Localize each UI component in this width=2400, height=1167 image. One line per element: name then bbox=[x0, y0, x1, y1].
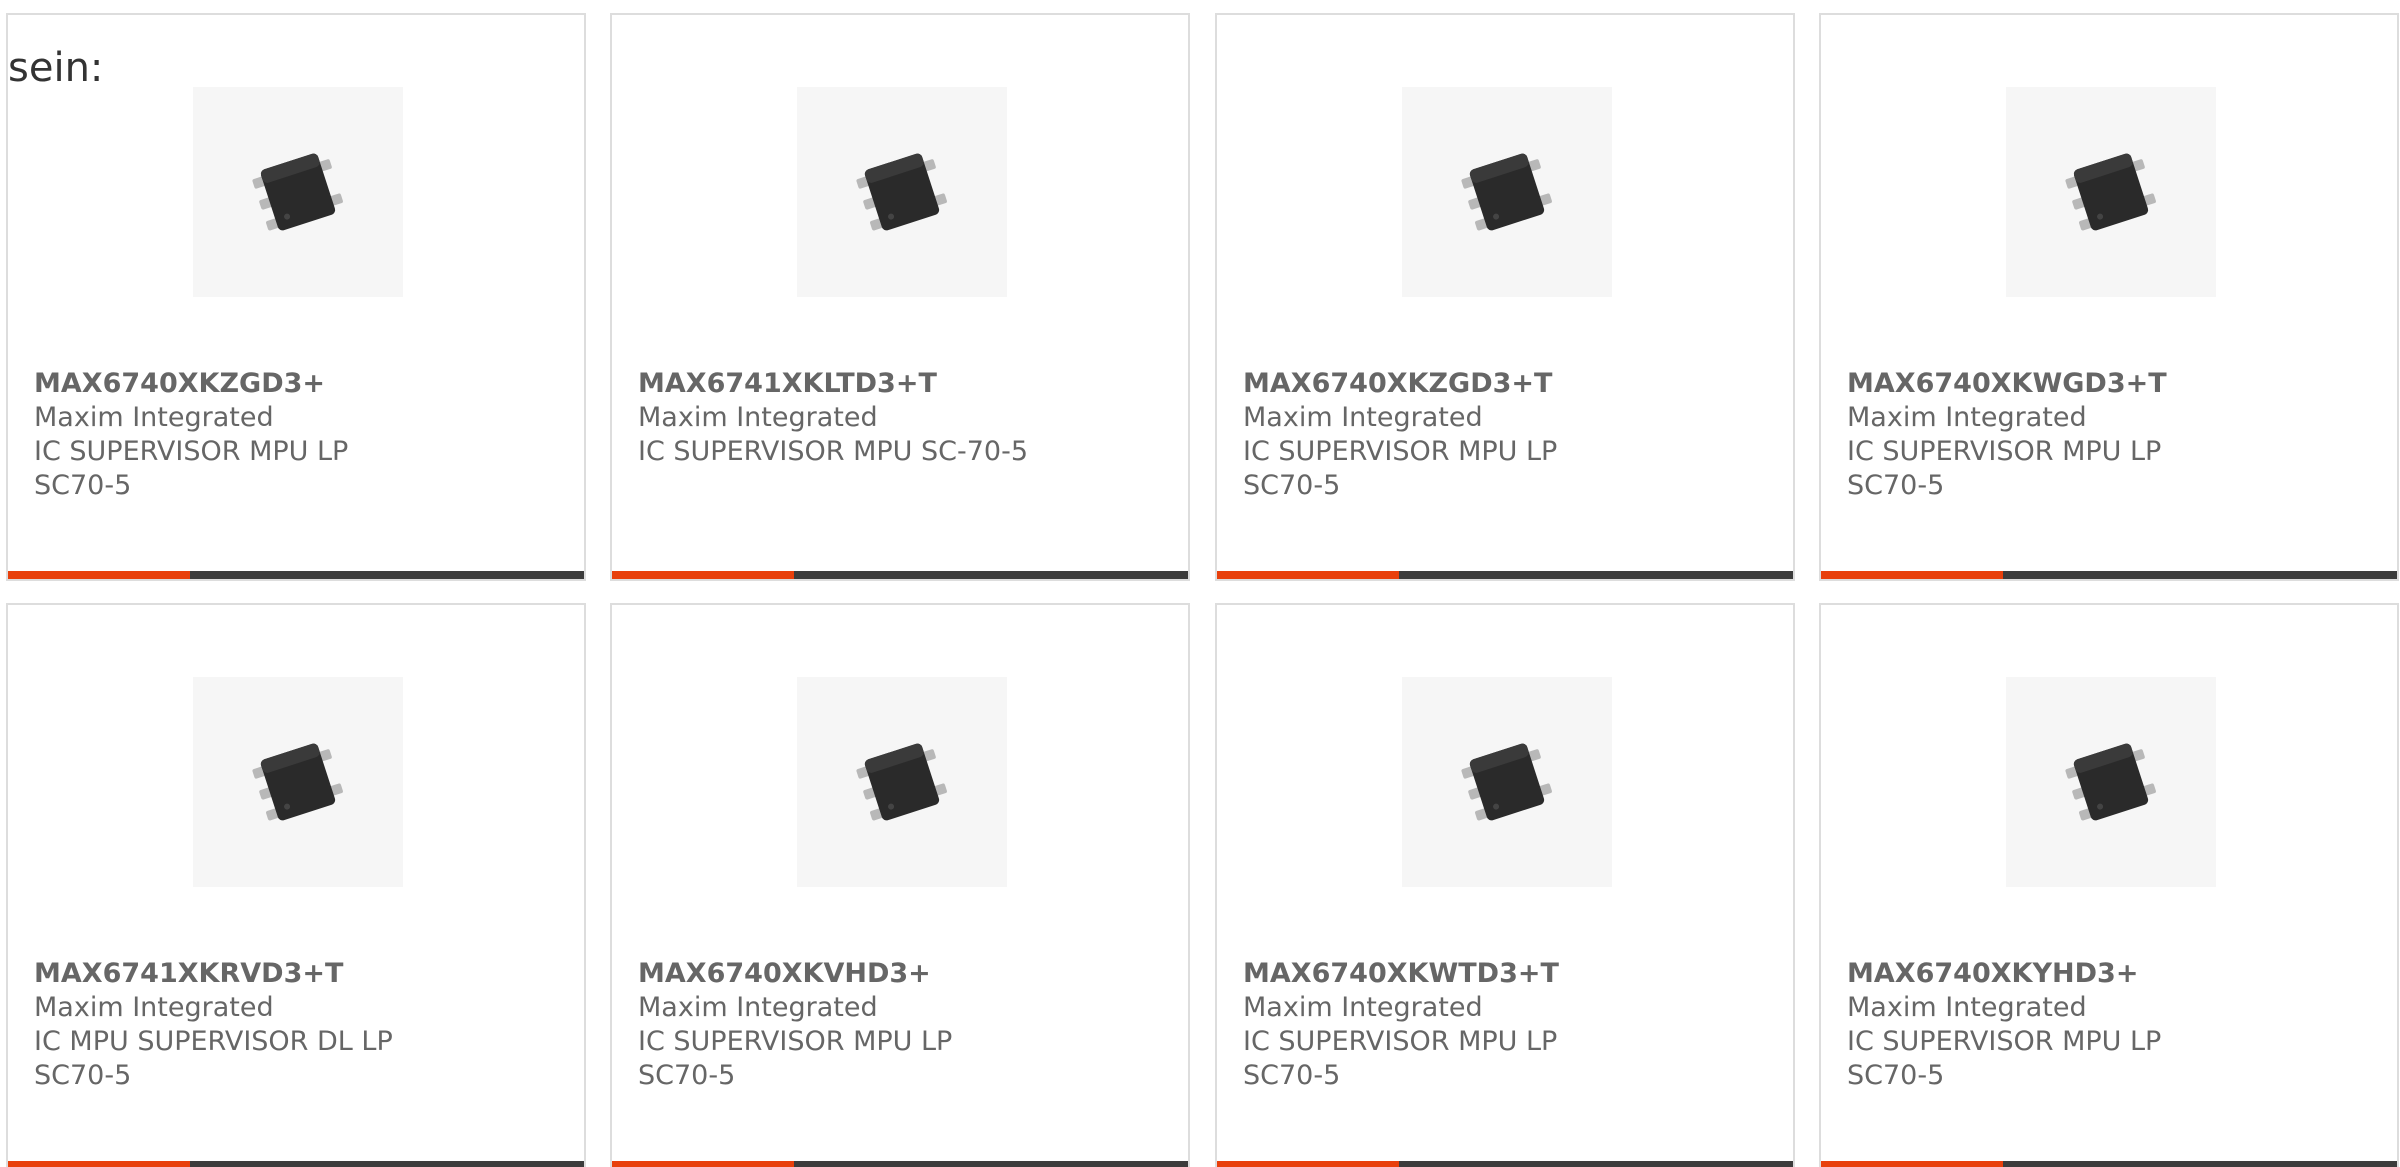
product-card[interactable]: MAX6741XKRVD3+T Maxim Integrated IC MPU … bbox=[6, 603, 586, 1167]
chip-sc70-icon[interactable] bbox=[193, 87, 403, 297]
manufacturer: Maxim Integrated bbox=[1243, 402, 1483, 433]
card-bar-accent bbox=[8, 571, 190, 579]
manufacturer: Maxim Integrated bbox=[34, 992, 274, 1023]
product-card[interactable]: MAX6741XKLTD3+T Maxim Integrated IC SUPE… bbox=[610, 13, 1190, 581]
part-number[interactable]: MAX6740XKZGD3+ bbox=[34, 367, 434, 401]
part-number[interactable]: MAX6740XKWGD3+T bbox=[1847, 367, 2247, 401]
intro-label: sein: bbox=[8, 45, 104, 91]
card-bar-accent bbox=[1217, 1161, 1399, 1167]
description: IC SUPERVISOR MPU LP SC70-5 bbox=[638, 1026, 953, 1091]
chip-sc70-icon[interactable] bbox=[2006, 677, 2216, 887]
manufacturer: Maxim Integrated bbox=[1847, 992, 2087, 1023]
manufacturer: Maxim Integrated bbox=[1847, 402, 2087, 433]
product-card[interactable]: MAX6740XKZGD3+T Maxim Integrated IC SUPE… bbox=[1215, 13, 1795, 581]
product-info: MAX6740XKZGD3+ Maxim Integrated IC SUPER… bbox=[34, 367, 434, 503]
card-bar-accent bbox=[1821, 1161, 2003, 1167]
part-number[interactable]: MAX6740XKYHD3+ bbox=[1847, 957, 2247, 991]
card-bar-accent bbox=[8, 1161, 190, 1167]
part-number[interactable]: MAX6740XKZGD3+T bbox=[1243, 367, 1643, 401]
product-card[interactable]: MAX6740XKWGD3+T Maxim Integrated IC SUPE… bbox=[1819, 13, 2399, 581]
product-info: MAX6741XKRVD3+T Maxim Integrated IC MPU … bbox=[34, 957, 434, 1093]
product-info: MAX6740XKZGD3+T Maxim Integrated IC SUPE… bbox=[1243, 367, 1643, 503]
product-card[interactable]: MAX6740XKWTD3+T Maxim Integrated IC SUPE… bbox=[1215, 603, 1795, 1167]
description: IC SUPERVISOR MPU LP SC70-5 bbox=[1243, 1026, 1558, 1091]
part-number[interactable]: MAX6741XKLTD3+T bbox=[638, 367, 1038, 401]
product-info: MAX6740XKYHD3+ Maxim Integrated IC SUPER… bbox=[1847, 957, 2247, 1093]
manufacturer: Maxim Integrated bbox=[638, 992, 878, 1023]
product-card[interactable]: MAX6740XKZGD3+ Maxim Integrated IC SUPER… bbox=[6, 13, 586, 581]
product-card[interactable]: MAX6740XKYHD3+ Maxim Integrated IC SUPER… bbox=[1819, 603, 2399, 1167]
product-grid-page: sein: MAX6740XKZGD3+ Maxim Integrated IC… bbox=[0, 0, 2400, 1167]
card-bar-accent bbox=[1217, 571, 1399, 579]
chip-sc70-icon[interactable] bbox=[797, 87, 1007, 297]
card-bar-accent bbox=[1821, 571, 2003, 579]
chip-sc70-icon[interactable] bbox=[1402, 677, 1612, 887]
description: IC SUPERVISOR MPU SC-70-5 bbox=[638, 436, 1029, 467]
product-info: MAX6740XKVHD3+ Maxim Integrated IC SUPER… bbox=[638, 957, 1038, 1093]
chip-sc70-icon[interactable] bbox=[797, 677, 1007, 887]
manufacturer: Maxim Integrated bbox=[638, 402, 878, 433]
manufacturer: Maxim Integrated bbox=[34, 402, 274, 433]
product-info: MAX6741XKLTD3+T Maxim Integrated IC SUPE… bbox=[638, 367, 1038, 469]
chip-sc70-icon[interactable] bbox=[2006, 87, 2216, 297]
part-number[interactable]: MAX6740XKVHD3+ bbox=[638, 957, 1038, 991]
part-number[interactable]: MAX6740XKWTD3+T bbox=[1243, 957, 1643, 991]
description: IC SUPERVISOR MPU LP SC70-5 bbox=[34, 436, 349, 501]
description: IC SUPERVISOR MPU LP SC70-5 bbox=[1847, 1026, 2162, 1091]
product-card[interactable]: MAX6740XKVHD3+ Maxim Integrated IC SUPER… bbox=[610, 603, 1190, 1167]
product-info: MAX6740XKWTD3+T Maxim Integrated IC SUPE… bbox=[1243, 957, 1643, 1093]
description: IC SUPERVISOR MPU LP SC70-5 bbox=[1847, 436, 2162, 501]
product-info: MAX6740XKWGD3+T Maxim Integrated IC SUPE… bbox=[1847, 367, 2247, 503]
card-bar-accent bbox=[612, 1161, 794, 1167]
part-number[interactable]: MAX6741XKRVD3+T bbox=[34, 957, 434, 991]
description: IC MPU SUPERVISOR DL LP SC70-5 bbox=[34, 1026, 393, 1091]
manufacturer: Maxim Integrated bbox=[1243, 992, 1483, 1023]
chip-sc70-icon[interactable] bbox=[1402, 87, 1612, 297]
chip-sc70-icon[interactable] bbox=[193, 677, 403, 887]
description: IC SUPERVISOR MPU LP SC70-5 bbox=[1243, 436, 1558, 501]
card-bar-accent bbox=[612, 571, 794, 579]
